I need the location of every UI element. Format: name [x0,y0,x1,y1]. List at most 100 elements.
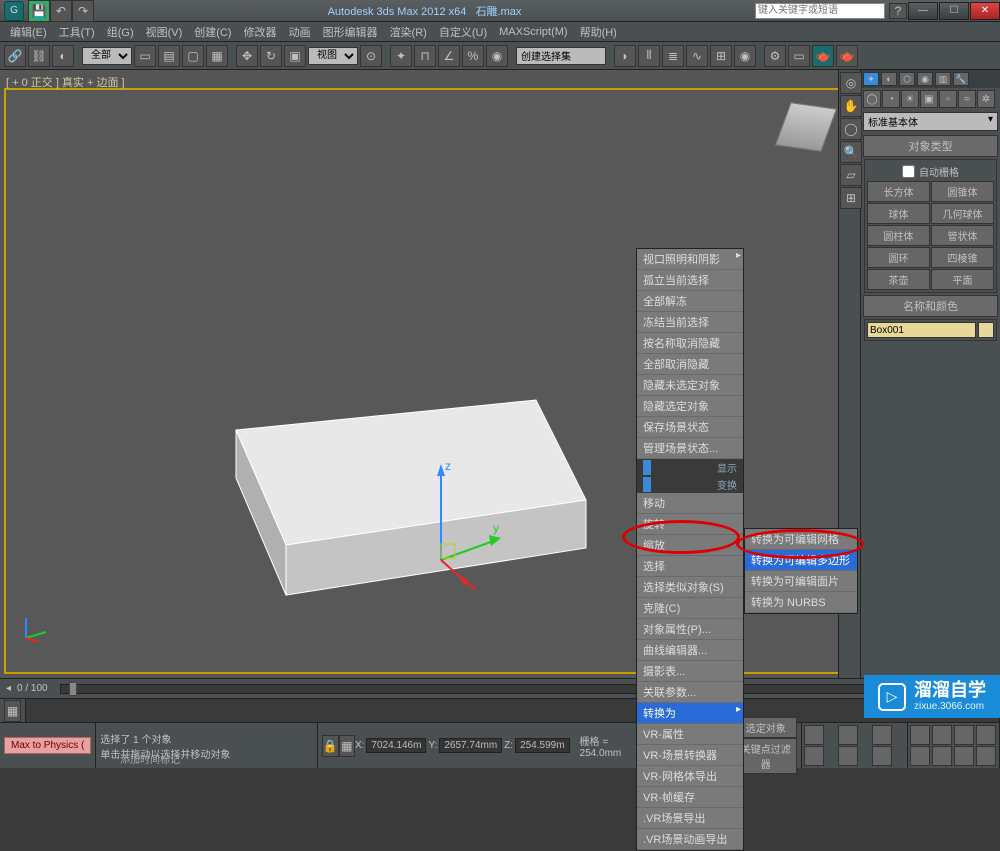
ctx-clone[interactable]: 克隆(C) [637,598,743,619]
fov2-icon[interactable] [932,746,952,766]
ref-coord-system[interactable]: 视图 [308,47,358,65]
rendered-frame-icon[interactable]: ▭ [788,45,810,67]
view-cube[interactable] [776,98,836,158]
menu-views[interactable]: 视图(V) [140,24,189,40]
create-lights-icon[interactable]: ☀ [901,90,919,108]
create-cameras-icon[interactable]: ▣ [920,90,938,108]
create-geometry-icon[interactable]: ◯ [863,90,881,108]
menu-edit[interactable]: 编辑(E) [4,24,53,40]
object-name-input[interactable] [867,322,976,338]
ctx-object-props[interactable]: 对象属性(P)... [637,619,743,640]
maximize-button[interactable]: ☐ [939,2,969,20]
undo-icon[interactable]: ↶ [50,0,72,22]
auto-grid-checkbox[interactable] [902,165,915,178]
selection-filter[interactable]: 全部 [82,47,132,65]
save-icon[interactable]: 💾 [28,0,50,22]
ctx-move[interactable]: 移动 [637,493,743,514]
material-icon[interactable]: ◉ [734,45,756,67]
vp-config-icon[interactable] [976,746,996,766]
angle-snap-icon[interactable]: ∠ [438,45,460,67]
panel-tab-utilities[interactable]: 🔧 [953,72,969,86]
time-tag-label[interactable]: 添加时间标记 [120,751,180,766]
sub-editable-poly[interactable]: 转换为可编辑多边形 [745,550,857,571]
spinner-snap-icon[interactable]: ◉ [486,45,508,67]
type-plane[interactable]: 平面 [931,269,994,290]
render-setup-icon[interactable]: ⚙ [764,45,786,67]
ctx-hide-selection[interactable]: 隐藏选定对象 [637,396,743,417]
trackbar-toggle-icon[interactable]: ▦ [4,700,21,722]
prev-frame-icon[interactable] [804,746,824,766]
zoom-extents-icon[interactable] [910,725,930,745]
ctx-vr-frame-buffer[interactable]: VR-帧缓存 [637,787,743,808]
create-helpers-icon[interactable]: ▫ [939,90,957,108]
time-config-icon[interactable] [872,746,892,766]
zoom-icon[interactable]: 🔍 [840,141,862,163]
maxscript-listener[interactable]: Max to Physics ( [4,737,91,754]
menu-maxscript[interactable]: MAXScript(M) [493,26,573,38]
redo-icon[interactable]: ↷ [72,0,94,22]
absolute-mode-icon[interactable]: ▦ [339,735,355,757]
pivot-icon[interactable]: ⊙ [360,45,382,67]
type-pyramid[interactable]: 四棱锥 [931,247,994,268]
ctx-curve-editor[interactable]: 曲线编辑器... [637,640,743,661]
menu-tools[interactable]: 工具(T) [53,24,101,40]
scale-icon[interactable]: ▣ [284,45,306,67]
type-torus[interactable]: 圆环 [867,247,930,268]
select-name-icon[interactable]: ▤ [158,45,180,67]
menu-graph-editors[interactable]: 图形编辑器 [317,24,384,40]
menu-help[interactable]: 帮助(H) [574,24,623,40]
bind-icon[interactable]: ◐ [52,45,74,67]
create-spacewarps-icon[interactable]: ≈ [958,90,976,108]
ctx-isolate-selection[interactable]: 孤立当前选择 [637,270,743,291]
type-teapot[interactable]: 茶壶 [867,269,930,290]
layers-icon[interactable]: ≣ [662,45,684,67]
ctx-unhide-by-name[interactable]: 按名称取消隐藏 [637,333,743,354]
ctx-hide-unselected[interactable]: 隐藏未选定对象 [637,375,743,396]
help-icon[interactable]: ? [889,3,907,19]
type-sphere[interactable]: 球体 [867,203,930,224]
object-color-swatch[interactable] [978,322,994,338]
render-icon[interactable]: 🫖 [812,45,834,67]
ctx-convert-to[interactable]: 转换为 [637,703,743,724]
percent-snap-icon[interactable]: % [462,45,484,67]
curve-editor-icon[interactable]: ∿ [686,45,708,67]
viewport-label[interactable]: [ + 0 正交 ] 真实 + 边面 ] [6,74,125,90]
sub-nurbs[interactable]: 转换为 NURBS [745,592,857,613]
named-sel-set[interactable] [516,47,606,65]
create-shapes-icon[interactable]: ◔ [882,90,900,108]
align-icon[interactable]: ⫴ [638,45,660,67]
link-icon[interactable]: 🔗 [4,45,26,67]
mirror-icon[interactable]: ◗ [614,45,636,67]
zoom-all-icon[interactable] [910,746,930,766]
select-icon[interactable]: ▭ [134,45,156,67]
menu-rendering[interactable]: 渲染(R) [384,24,433,40]
minimize-button[interactable]: — [908,2,938,20]
min-max-toggle-icon[interactable] [976,725,996,745]
coord-z[interactable]: 254.599m [515,738,569,753]
ctx-vr-scene-convert[interactable]: VR-场景转换器 [637,745,743,766]
goto-end-icon[interactable] [872,725,892,745]
panel-tab-create[interactable]: ✦ [863,72,879,86]
lock-selection-icon[interactable]: 🔒 [322,735,339,757]
menu-group[interactable]: 组(G) [101,24,140,40]
ctx-wire-params[interactable]: 关联参数... [637,682,743,703]
menu-customize[interactable]: 自定义(U) [433,24,493,40]
ctx-unfreeze-all[interactable]: 全部解冻 [637,291,743,312]
ctx-scale[interactable]: 缩放 [637,535,743,556]
ctx-vr-mesh-export[interactable]: VR-网格体导出 [637,766,743,787]
type-tube[interactable]: 管状体 [931,225,994,246]
time-slider[interactable]: ◂ 0 / 100 ▸ [0,678,1000,698]
ctx-vr-scene-export[interactable]: .VR场景导出 [637,808,743,829]
fov-icon[interactable]: ▱ [840,164,862,186]
ctx-freeze-selection[interactable]: 冻结当前选择 [637,312,743,333]
menu-animation[interactable]: 动画 [283,24,317,40]
move-icon[interactable]: ✥ [236,45,258,67]
maximize-viewport-icon[interactable]: ⊞ [840,187,862,209]
play-icon[interactable] [838,725,858,745]
ctx-save-scene-state[interactable]: 保存场景状态 [637,417,743,438]
coord-x[interactable]: 7024.146m [366,738,426,753]
ctx-unhide-all[interactable]: 全部取消隐藏 [637,354,743,375]
selected-only[interactable]: 选定对象 [735,717,797,738]
menu-modifiers[interactable]: 修改器 [238,24,283,40]
panel-tab-display[interactable]: ▥ [935,72,951,86]
